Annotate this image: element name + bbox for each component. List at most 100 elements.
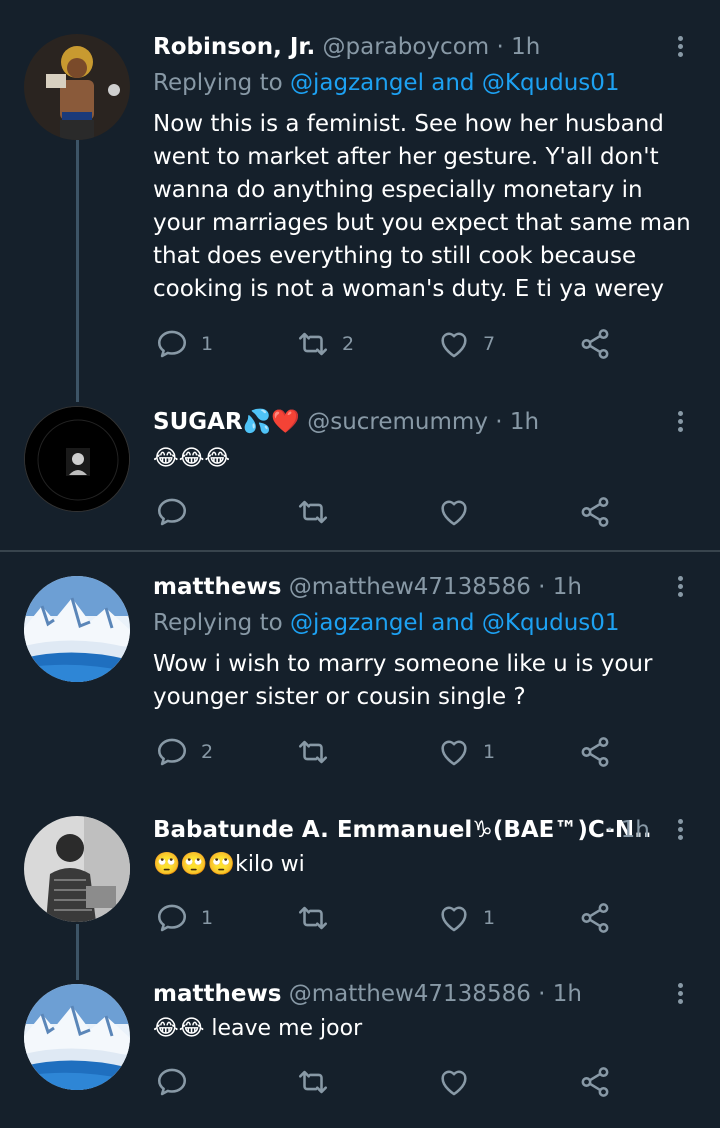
tweet-text: Now this is a feminist. See how her husb… bbox=[153, 111, 691, 302]
tweet-header: SUGAR💦❤️ @sucremummy · 1h bbox=[153, 407, 660, 437]
tweet-time: · 1h bbox=[606, 815, 660, 845]
username[interactable]: @matthew47138586 bbox=[289, 981, 531, 1007]
reply-button[interactable] bbox=[155, 1064, 201, 1100]
username[interactable]: @paraboycom bbox=[323, 34, 490, 60]
reply-button[interactable]: 2 bbox=[155, 734, 213, 770]
separator-dot: · bbox=[538, 574, 546, 600]
tweet-actions: 1 1 bbox=[153, 900, 633, 936]
replying-to: Replying to @jagzangel and @Kqudus01 bbox=[153, 608, 620, 638]
display-name[interactable]: matthews bbox=[153, 574, 281, 600]
share-button[interactable] bbox=[578, 1064, 612, 1100]
timestamp[interactable]: 1h bbox=[510, 409, 539, 435]
reply-button[interactable] bbox=[155, 494, 201, 530]
separator-dot: · bbox=[538, 981, 546, 1007]
retweet-button[interactable] bbox=[296, 900, 342, 936]
reply-button[interactable]: 1 bbox=[155, 326, 213, 362]
retweet-button[interactable] bbox=[296, 494, 342, 530]
share-button[interactable] bbox=[578, 326, 612, 362]
like-button[interactable]: 1 bbox=[437, 900, 495, 936]
retweet-icon bbox=[296, 495, 330, 529]
more-options-icon[interactable] bbox=[670, 33, 690, 63]
share-icon bbox=[578, 735, 612, 769]
share-icon bbox=[578, 1065, 612, 1099]
mention-link[interactable]: @jagzangel bbox=[290, 610, 424, 636]
avatar[interactable] bbox=[24, 984, 130, 1090]
like-button[interactable] bbox=[437, 494, 483, 530]
share-icon bbox=[578, 495, 612, 529]
tweet-text: 🙄🙄🙄kilo wi bbox=[153, 852, 305, 877]
tweet-header: matthews @matthew47138586 · 1h bbox=[153, 572, 660, 602]
tweet-header: matthews @matthew47138586 · 1h bbox=[153, 979, 660, 1009]
reply-icon bbox=[155, 735, 189, 769]
heart-icon bbox=[437, 495, 471, 529]
like-button[interactable]: 7 bbox=[437, 326, 495, 362]
display-name[interactable]: Babatunde A. Emmanuel♑(BAE™)C-N... bbox=[153, 817, 650, 843]
retweet-icon bbox=[296, 1065, 330, 1099]
display-name[interactable]: Robinson, Jr. bbox=[153, 34, 315, 60]
tweet-item[interactable]: Babatunde A. Emmanuel♑(BAE™)C-N... · 1h … bbox=[0, 792, 720, 980]
replying-to-label: Replying to bbox=[153, 70, 283, 96]
more-options-icon[interactable] bbox=[670, 573, 690, 603]
tweet-item[interactable]: matthews @matthew47138586 · 1h Replying … bbox=[0, 552, 720, 792]
reply-button[interactable]: 1 bbox=[155, 900, 213, 936]
heart-icon bbox=[437, 327, 471, 361]
thread-line bbox=[76, 140, 79, 402]
retweet-button[interactable]: 2 bbox=[296, 326, 354, 362]
replying-and: and bbox=[431, 70, 475, 96]
timestamp[interactable]: 1h bbox=[553, 574, 582, 600]
tweet-actions: 2 1 bbox=[153, 734, 633, 770]
heart-icon bbox=[437, 1065, 471, 1099]
heart-icon bbox=[437, 901, 471, 935]
avatar[interactable] bbox=[24, 816, 130, 922]
avatar[interactable] bbox=[24, 406, 130, 512]
avatar[interactable] bbox=[24, 576, 130, 682]
share-icon bbox=[578, 901, 612, 935]
share-icon bbox=[578, 327, 612, 361]
more-options-icon[interactable] bbox=[670, 408, 690, 438]
username[interactable]: @sucremummy bbox=[307, 409, 488, 435]
separator-dot: · bbox=[606, 817, 614, 843]
tweet-header: Babatunde A. Emmanuel♑(BAE™)C-N... bbox=[153, 815, 650, 845]
reply-count: 2 bbox=[201, 741, 214, 763]
retweet-button[interactable] bbox=[296, 734, 342, 770]
display-name[interactable]: matthews bbox=[153, 981, 281, 1007]
reply-icon bbox=[155, 901, 189, 935]
more-options-icon[interactable] bbox=[670, 816, 690, 846]
share-button[interactable] bbox=[578, 900, 612, 936]
like-count: 7 bbox=[483, 333, 496, 355]
timestamp[interactable]: 1h bbox=[553, 981, 582, 1007]
reply-count: 1 bbox=[201, 333, 214, 355]
retweet-count: 2 bbox=[342, 333, 355, 355]
display-name[interactable]: SUGAR💦❤️ bbox=[153, 409, 300, 435]
tweet-text: 😂😂😂 bbox=[153, 446, 231, 471]
separator-dot: · bbox=[496, 34, 504, 60]
tweet-actions: 1 2 7 bbox=[153, 326, 633, 362]
reply-count: 1 bbox=[201, 907, 214, 929]
mention-link[interactable]: @jagzangel bbox=[290, 70, 424, 96]
tweet-item[interactable]: Robinson, Jr. @paraboycom · 1h Replying … bbox=[0, 0, 720, 402]
share-button[interactable] bbox=[578, 734, 612, 770]
reply-icon bbox=[155, 327, 189, 361]
like-button[interactable]: 1 bbox=[437, 734, 495, 770]
timestamp[interactable]: 1h bbox=[621, 817, 650, 843]
tweet-item[interactable]: matthews @matthew47138586 · 1h 😂😂 leave … bbox=[0, 962, 720, 1128]
tweet-actions bbox=[153, 494, 633, 530]
tweet-item[interactable]: SUGAR💦❤️ @sucremummy · 1h 😂😂😂 bbox=[0, 390, 720, 550]
like-count: 1 bbox=[483, 741, 496, 763]
share-button[interactable] bbox=[578, 494, 612, 530]
timestamp[interactable]: 1h bbox=[511, 34, 540, 60]
mention-link[interactable]: @Kqudus01 bbox=[482, 70, 620, 96]
reply-icon bbox=[155, 495, 189, 529]
like-count: 1 bbox=[483, 907, 496, 929]
avatar[interactable] bbox=[24, 34, 130, 140]
reply-icon bbox=[155, 1065, 189, 1099]
tweet-text: 😂😂 leave me joor bbox=[153, 1016, 363, 1041]
retweet-icon bbox=[296, 327, 330, 361]
more-options-icon[interactable] bbox=[670, 980, 690, 1010]
replying-to: Replying to @jagzangel and @Kqudus01 bbox=[153, 68, 620, 98]
username[interactable]: @matthew47138586 bbox=[289, 574, 531, 600]
separator-dot: · bbox=[495, 409, 503, 435]
like-button[interactable] bbox=[437, 1064, 483, 1100]
retweet-button[interactable] bbox=[296, 1064, 342, 1100]
mention-link[interactable]: @Kqudus01 bbox=[482, 610, 620, 636]
